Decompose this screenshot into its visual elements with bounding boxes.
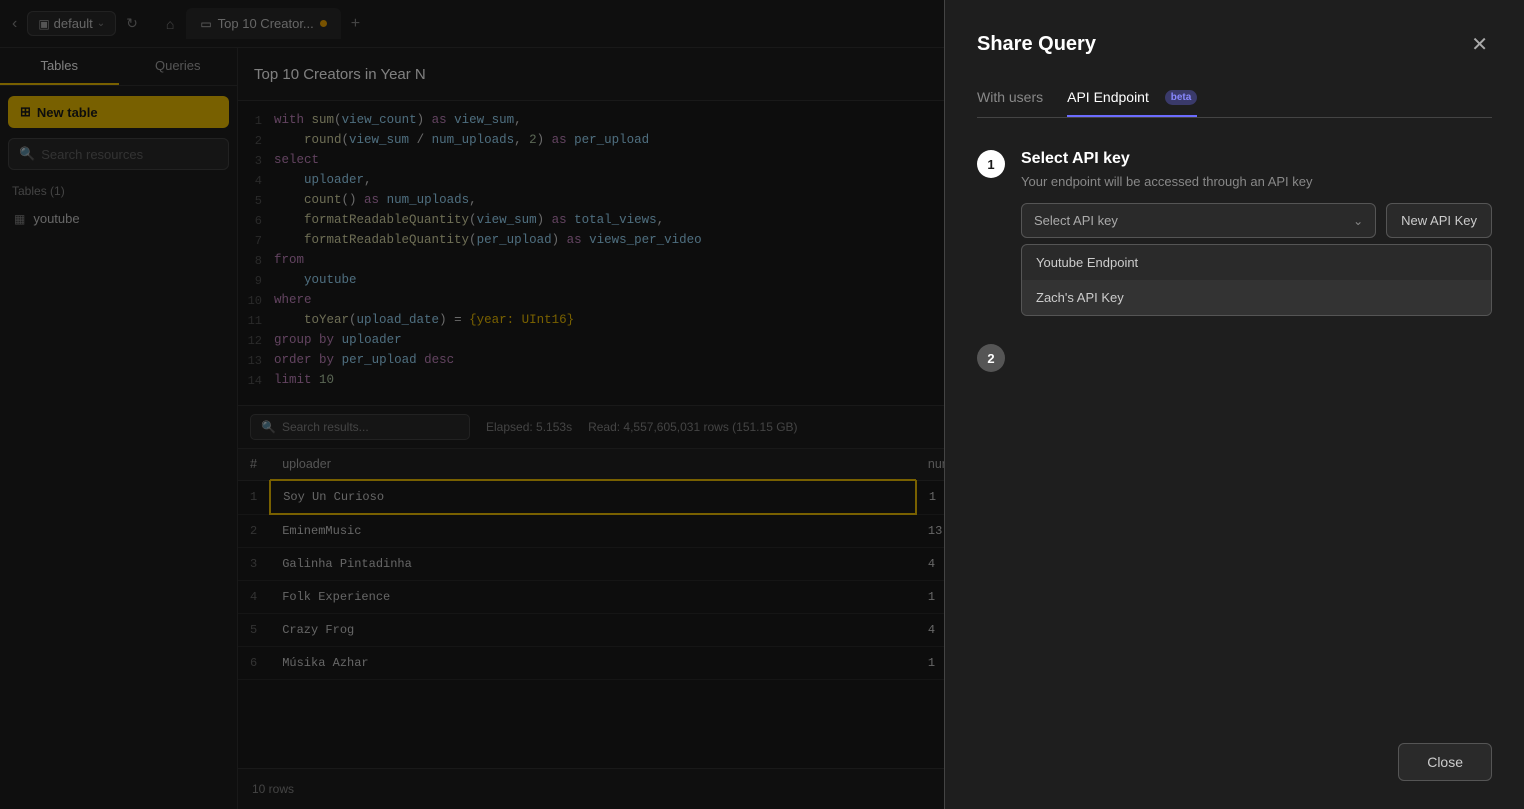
- search-placeholder: Search resources: [41, 147, 143, 162]
- share-panel-title: Share Query: [977, 33, 1096, 56]
- cell-uploader: EminemMusic: [270, 514, 916, 548]
- query-tab[interactable]: ▭ Top 10 Creator...: [186, 8, 340, 39]
- db-name: default: [54, 16, 93, 31]
- api-key-select[interactable]: Select API key ⌄: [1021, 203, 1376, 238]
- cell-row-num: 1: [238, 480, 270, 514]
- unsaved-dot: [320, 20, 327, 27]
- step-1-section: 1 Select API key Your endpoint will be a…: [977, 150, 1492, 316]
- share-tab-with-users[interactable]: With users: [977, 89, 1043, 117]
- api-key-row: Select API key ⌄ New API Key: [1021, 203, 1492, 238]
- home-icon: ⌂: [166, 16, 174, 32]
- sidebar-tab-queries[interactable]: Queries: [119, 48, 238, 85]
- beta-badge: beta: [1165, 90, 1198, 105]
- home-tab[interactable]: ⌂: [154, 8, 186, 40]
- api-endpoint-label: API Endpoint: [1067, 89, 1149, 105]
- total-rows: 10 rows: [252, 782, 294, 796]
- new-table-label: New table: [37, 105, 98, 120]
- col-header-uploader: uploader: [270, 449, 916, 480]
- elapsed-stat: Elapsed: 5.153s: [486, 420, 572, 434]
- refresh-icon[interactable]: ↻: [122, 11, 142, 36]
- share-tab-api-endpoint[interactable]: API Endpoint beta: [1067, 89, 1197, 117]
- share-query-panel: Share Query ✕ With users API Endpoint be…: [944, 0, 1524, 809]
- results-search-input[interactable]: 🔍 Search results...: [250, 414, 470, 440]
- step-1-desc: Your endpoint will be accessed through a…: [1021, 174, 1492, 189]
- api-key-placeholder: Select API key: [1034, 213, 1118, 228]
- search-resources-input[interactable]: 🔍 Search resources: [8, 138, 229, 170]
- step-2-section: 2: [977, 344, 1492, 372]
- step-1-number: 1: [977, 150, 1005, 178]
- db-icon: ▣: [38, 17, 49, 31]
- db-selector[interactable]: ▣ default ⌄: [27, 11, 116, 36]
- cell-row-num: 2: [238, 514, 270, 548]
- step-2-number: 2: [977, 344, 1005, 372]
- cell-uploader: Folk Experience: [270, 581, 916, 614]
- topbar-left: ‹ ▣ default ⌄ ↻: [8, 11, 142, 37]
- cell-row-num: 3: [238, 548, 270, 581]
- cell-row-num: 4: [238, 581, 270, 614]
- tables-section-title: Tables (1): [0, 178, 237, 204]
- new-tab-button[interactable]: +: [341, 9, 370, 39]
- table-plus-icon: ⊞: [20, 104, 31, 120]
- table-item-label: youtube: [33, 211, 79, 226]
- cell-uploader: Soy Un Curioso: [270, 480, 916, 514]
- share-tabs: With users API Endpoint beta: [977, 89, 1492, 118]
- search-icon: 🔍: [19, 146, 35, 162]
- sidebar-tab-tables[interactable]: Tables: [0, 48, 119, 85]
- cell-uploader: Galinha Pintadinha: [270, 548, 916, 581]
- step-2-content: [1021, 344, 1492, 372]
- query-tab-icon: ▭: [200, 17, 211, 31]
- cell-uploader: Crazy Frog: [270, 614, 916, 647]
- cell-row-num: 6: [238, 647, 270, 680]
- nav-back-icon[interactable]: ‹: [8, 11, 21, 37]
- sidebar: Tables Queries ⊞ New table 🔍 Search reso…: [0, 48, 238, 809]
- query-title: Top 10 Creators in Year N: [254, 66, 426, 83]
- api-key-dropdown: Youtube Endpoint Zach's API Key: [1021, 244, 1492, 316]
- results-search-icon: 🔍: [261, 420, 276, 434]
- step-1-title: Select API key: [1021, 150, 1492, 168]
- close-button[interactable]: Close: [1398, 743, 1492, 781]
- share-panel-header: Share Query ✕: [977, 28, 1492, 61]
- dropdown-item-zach[interactable]: Zach's API Key: [1022, 280, 1491, 315]
- cell-uploader: Músika Azhar: [270, 647, 916, 680]
- col-header-num: #: [238, 449, 270, 480]
- table-icon: ▦: [14, 212, 25, 226]
- read-stat: Read: 4,557,605,031 rows (151.15 GB): [588, 420, 797, 434]
- share-panel-close-button[interactable]: ✕: [1467, 28, 1492, 61]
- new-api-key-button[interactable]: New API Key: [1386, 203, 1492, 238]
- query-tab-label: Top 10 Creator...: [218, 16, 314, 31]
- results-search-placeholder: Search results...: [282, 420, 369, 434]
- sidebar-item-youtube[interactable]: ▦ youtube: [0, 204, 237, 233]
- new-table-button[interactable]: ⊞ New table: [8, 96, 229, 128]
- select-chevron-icon: ⌄: [1353, 214, 1363, 228]
- dropdown-item-youtube[interactable]: Youtube Endpoint: [1022, 245, 1491, 280]
- cell-row-num: 5: [238, 614, 270, 647]
- sidebar-tabs: Tables Queries: [0, 48, 237, 86]
- step-1-content: Select API key Your endpoint will be acc…: [1021, 150, 1492, 316]
- db-chevron-icon: ⌄: [97, 18, 105, 29]
